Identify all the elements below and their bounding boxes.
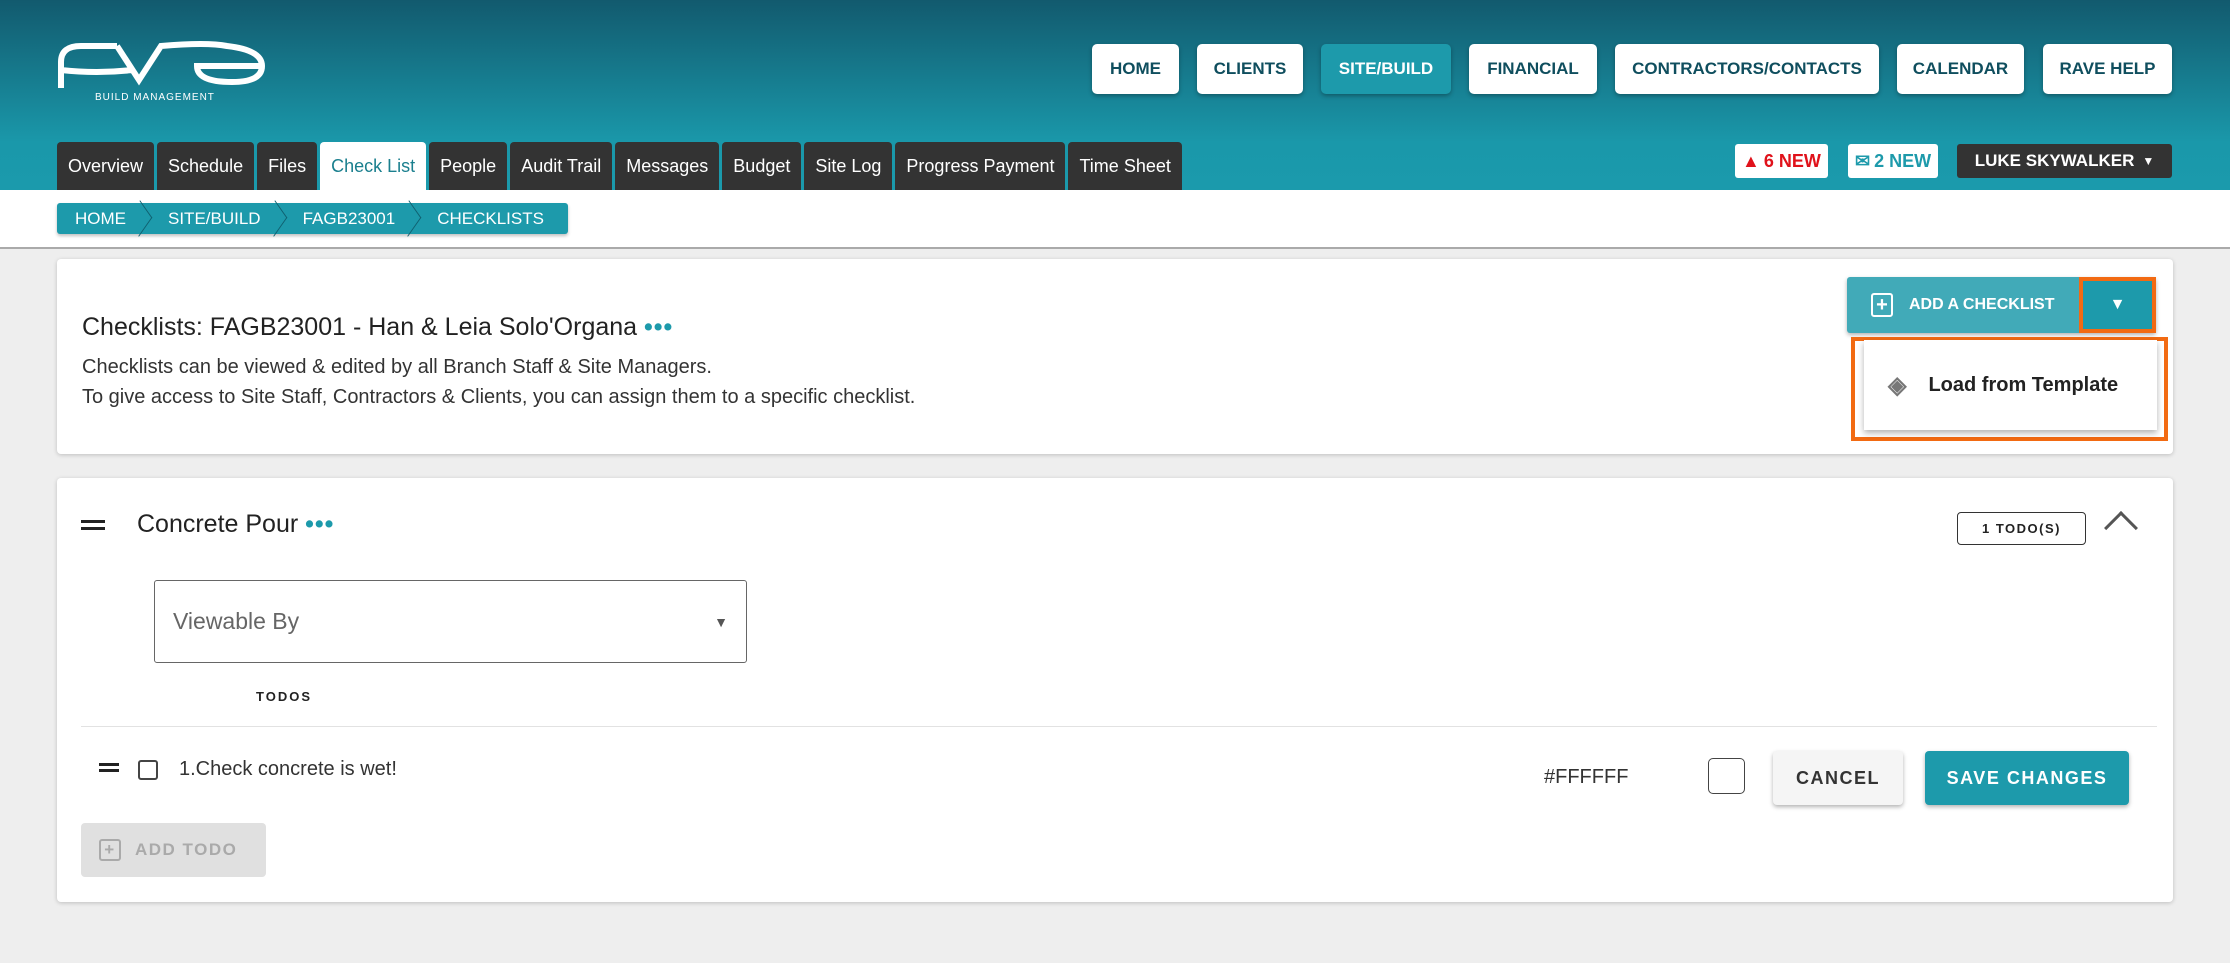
plus-square-icon: + [99,839,121,861]
tab-messages[interactable]: Messages [615,142,720,190]
breadcrumb: HOME SITE/BUILD FAGB23001 CHECKLISTS [57,203,568,234]
user-name: LUKE SKYWALKER [1974,151,2135,170]
breadcrumb-home[interactable]: HOME [57,203,150,234]
plus-square-icon: + [1871,293,1893,317]
app-header: BUILD MANAGEMENT HOME CLIENTS SITE/BUILD… [0,0,2230,190]
tab-progress-payment[interactable]: Progress Payment [895,142,1066,190]
add-checklist-label: ADD A CHECKLIST [1909,296,2055,313]
todo-drag-handle-icon[interactable] [99,763,119,772]
drag-handle-icon[interactable] [81,520,105,530]
divider [81,726,2157,727]
tab-check-list[interactable]: Check List [320,142,427,190]
access-description-1: Checklists can be viewed & edited by all… [82,356,712,378]
breadcrumb-site-build[interactable]: SITE/BUILD [150,203,285,234]
caret-down-icon: ▼ [2142,154,2155,168]
tab-audit-trail[interactable]: Audit Trail [510,142,613,190]
page-title: Checklists: FAGB23001 - Han & Leia Solo'… [82,313,673,342]
alerts-count: 6 NEW [1763,150,1821,171]
nav-site-build[interactable]: SITE/BUILD [1321,44,1451,94]
layers-icon: ◈ [1888,371,1907,399]
tab-overview[interactable]: Overview [57,142,155,190]
save-changes-button[interactable]: SAVE CHANGES [1925,751,2129,805]
nav-clients[interactable]: CLIENTS [1197,44,1303,94]
todo-text[interactable]: 1.Check concrete is wet! [179,758,397,781]
add-checklist-button[interactable]: + ADD A CHECKLIST ▼ [1847,277,2156,333]
messages-badge[interactable]: ✉ 2 NEW [1848,144,1939,178]
add-todo-button[interactable]: + ADD TODO [81,823,266,877]
viewable-by-select[interactable]: Viewable By ▼ [154,580,747,663]
nav-home[interactable]: HOME [1092,44,1179,94]
add-checklist-dropdown-toggle[interactable]: ▼ [2079,277,2156,333]
warning-icon: ▲ [1742,150,1760,171]
viewable-by-placeholder: Viewable By [173,608,300,634]
todo-checkbox[interactable] [138,760,158,780]
load-from-template-item[interactable]: ◈ Load from Template [1864,340,2157,430]
access-description-2: To give access to Site Staff, Contractor… [82,386,916,408]
page-title-text: Checklists: FAGB23001 - Han & Leia Solo'… [82,313,638,341]
checklist-card: Concrete Pour ••• 1 TODO(S) TODOS 1.Chec… [57,478,2173,902]
tab-site-log[interactable]: Site Log [804,142,893,190]
tab-time-sheet[interactable]: Time Sheet [1068,142,1182,190]
project-tabs: Overview Schedule Files Check List Peopl… [57,142,1182,190]
alerts-badge[interactable]: ▲ 6 NEW [1735,144,1828,178]
more-options-icon[interactable]: ••• [305,510,334,538]
more-options-icon[interactable]: ••• [644,313,673,341]
logo-mark [58,41,266,88]
envelope-icon: ✉ [1855,150,1871,171]
nav-financial[interactable]: FINANCIAL [1469,44,1597,94]
breadcrumb-project[interactable]: FAGB23001 [285,203,420,234]
todo-count-badge: 1 TODO(S) [1957,512,2086,545]
color-value[interactable]: #FFFFFF [1544,766,1628,789]
add-todo-label: ADD TODO [135,840,238,859]
user-menu[interactable]: LUKE SKYWALKER ▼ [1957,144,2172,178]
color-swatch-checkbox[interactable] [1708,758,1745,794]
nav-rave-help[interactable]: RAVE HELP [2043,44,2172,94]
tab-schedule[interactable]: Schedule [157,142,255,190]
checklist-title-text: Concrete Pour [137,510,299,538]
caret-down-icon: ▼ [2109,296,2126,313]
nav-calendar[interactable]: CALENDAR [1897,44,2024,94]
caret-down-icon: ▼ [714,613,728,630]
tab-files[interactable]: Files [257,142,318,190]
logo-subtitle: BUILD MANAGEMENT [95,92,215,103]
nav-contractors-contacts[interactable]: CONTRACTORS/CONTACTS [1615,44,1879,94]
chevron-up-icon[interactable] [2104,511,2138,545]
checklist-title: Concrete Pour ••• [137,510,334,539]
todos-label: TODOS [256,689,312,704]
load-from-template-label: Load from Template [1928,373,2119,396]
cancel-button[interactable]: CANCEL [1773,751,1903,805]
tab-budget[interactable]: Budget [722,142,802,190]
breadcrumb-checklists[interactable]: CHECKLISTS [419,203,568,234]
rave-logo[interactable]: BUILD MANAGEMENT [57,40,272,105]
messages-count: 2 NEW [1874,150,1932,171]
tab-people[interactable]: People [429,142,508,190]
